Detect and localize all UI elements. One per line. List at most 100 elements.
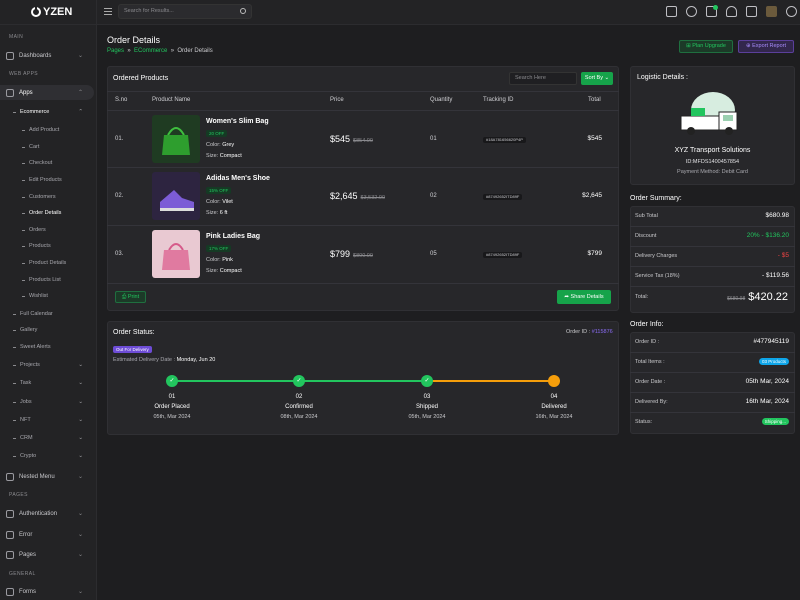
form-icon	[6, 587, 14, 596]
product-name[interactable]: Women's Slim Bag	[206, 118, 269, 125]
product-qty: 01	[430, 136, 437, 142]
product-thumbnail[interactable]	[152, 115, 200, 163]
sidebar-sub-item[interactable]: Products List	[0, 273, 94, 287]
info-row-status: Status: Shipping...	[630, 413, 795, 433]
summary-total: $680.98 $420.22	[727, 291, 788, 303]
step-label: Order Placed	[154, 404, 190, 410]
sidebar-item-forms[interactable]: Forms ⌄	[0, 584, 94, 599]
export-report-button[interactable]: ⊕ Export Report	[738, 40, 794, 53]
product-size: Size: 6 ft	[206, 210, 228, 216]
sidebar-sub-item[interactable]: Jobs ⌄	[0, 395, 94, 409]
sidebar-sub-item[interactable]: Full Calendar	[0, 307, 94, 321]
chevron-down-icon: ⌄	[78, 435, 83, 441]
chevron-down-icon: ⌄	[77, 53, 83, 59]
col-header-sno: S.no	[115, 97, 128, 103]
step-check-icon: ✓	[293, 375, 305, 387]
product-thumbnail[interactable]	[152, 230, 200, 278]
step-number: 04	[550, 394, 558, 400]
sidebar-sub-item[interactable]: Products	[0, 239, 94, 253]
sidebar-sub-item[interactable]: Wishlist	[0, 289, 94, 303]
summary-row-discount: Discount 20% - $136.20	[630, 227, 795, 247]
sidebar-item-dashboards[interactable]: Dashboards ⌄	[0, 48, 94, 63]
row-sno: 01.	[115, 136, 124, 142]
col-header-total: Total	[588, 97, 601, 103]
product-price: $799 $800.00	[330, 249, 373, 259]
discount-badge: 17% OFF	[206, 245, 232, 252]
plan-upgrade-button[interactable]: ⊞ Plan Upgrade	[679, 40, 733, 53]
step-number: 02	[295, 394, 303, 400]
products-card-title: Ordered Products	[113, 75, 169, 82]
row-sno: 03.	[115, 251, 124, 257]
sidebar-sub-item[interactable]: Gallery	[0, 323, 94, 337]
language-icon[interactable]	[666, 6, 677, 17]
logo[interactable]: YZEN	[0, 0, 96, 25]
sidebar-sub-item[interactable]: Task ⌄	[0, 376, 94, 390]
status-badge: Shipping...	[761, 418, 789, 425]
breadcrumb-ecommerce[interactable]: ECommerce	[134, 48, 167, 54]
info-row-delivered: Delivered By: 16th Mar, 2024	[630, 393, 795, 413]
sidebar-sub-item[interactable]: Product Details	[0, 256, 94, 270]
gear-icon[interactable]	[786, 6, 797, 17]
product-color: Color: Grey	[206, 142, 235, 148]
nav-heading-pages: PAGES	[9, 492, 28, 498]
chevron-down-icon: ⌄	[78, 380, 83, 386]
sidebar-sub-item[interactable]: Projects ⌄	[0, 358, 94, 372]
discount-badge: 20 OFF	[206, 130, 228, 137]
sidebar: YZEN MAIN Dashboards ⌄ WEB APPS Apps ⌃ Eco…	[0, 0, 97, 600]
global-search-input[interactable]: Search for Results...	[118, 4, 252, 19]
bell-icon[interactable]	[726, 6, 737, 17]
sidebar-sub-item[interactable]: Add Product	[0, 123, 94, 137]
col-header-price: Price	[330, 97, 344, 103]
sidebar-sub-item[interactable]: CRM ⌄	[0, 431, 94, 445]
product-total: $799	[587, 250, 602, 257]
shoe-icon	[160, 190, 194, 211]
sidebar-item-nested-menu[interactable]: Nested Menu ⌄	[0, 469, 94, 484]
sidebar-sub-item[interactable]: NFT ⌄	[0, 413, 94, 427]
theme-toggle-icon[interactable]	[686, 6, 697, 17]
bag-icon	[162, 127, 190, 155]
order-id-link[interactable]: #115876	[592, 329, 613, 335]
sidebar-item-apps[interactable]: Apps ⌃	[0, 85, 94, 100]
breadcrumb-pages[interactable]: Pages	[107, 48, 124, 54]
sidebar-sub-item[interactable]: Cart	[0, 140, 94, 154]
product-name[interactable]: Adidas Men's Shoe	[206, 175, 270, 182]
product-total: $545	[587, 135, 602, 142]
sidebar-sub-item[interactable]: Checkout	[0, 156, 94, 170]
delivery-status-badge: Out For Delivery	[113, 346, 152, 353]
tracking-id: #87492652ITD89F	[483, 252, 523, 258]
topbar: Search for Results...	[97, 0, 800, 25]
summary-total-label: Total:	[635, 294, 649, 300]
product-name[interactable]: Pink Ladies Bag	[206, 233, 260, 240]
product-search-input[interactable]: Search Here	[509, 72, 577, 85]
info-row-date: Order Date :05th Mar, 2024	[630, 373, 795, 393]
apps-icon[interactable]	[746, 6, 757, 17]
sidebar-sub-item[interactable]: Edit Products	[0, 173, 94, 187]
step-number: 01	[168, 394, 176, 400]
print-button[interactable]: ⎙ Print	[115, 291, 146, 303]
menu-toggle-icon[interactable]	[104, 8, 112, 15]
sidebar-sub-item[interactable]: Customers	[0, 190, 94, 204]
order-status-id: Order ID : #115876	[566, 329, 613, 335]
chevron-down-icon: ⌄	[77, 589, 83, 595]
chevron-down-icon: ⌄	[77, 474, 83, 480]
logistic-id: ID:MFDS1400457854	[685, 159, 740, 165]
product-thumbnail[interactable]	[152, 172, 200, 220]
sort-by-button[interactable]: Sort By ⌄	[581, 72, 613, 85]
sidebar-sub-item[interactable]: Sweet Alerts	[0, 340, 94, 354]
share-details-button[interactable]: ➦ Share Details	[557, 290, 611, 304]
logistic-title: Logistic Details :	[637, 74, 688, 81]
summary-row-delivery: Delivery Charges - $5	[630, 247, 795, 267]
sidebar-item-authentication[interactable]: Authentication ⌄	[0, 506, 94, 521]
delivery-truck-icon	[680, 92, 738, 135]
sidebar-sub-item-order-details[interactable]: Order Details	[0, 206, 94, 220]
sidebar-item-pages[interactable]: Pages ⌄	[0, 547, 94, 562]
sidebar-sub-item[interactable]: Crypto ⌄	[0, 449, 94, 463]
summary-row-subtotal: Sub Total $680.98	[630, 207, 795, 227]
sidebar-sub-item[interactable]: Orders	[0, 223, 94, 237]
step-number: 03	[423, 394, 431, 400]
progress-line-pending	[427, 380, 554, 382]
avatar[interactable]	[766, 6, 777, 17]
breadcrumb-current: Order Details	[177, 48, 213, 54]
sidebar-item-ecommerce[interactable]: Ecommerce ⌃	[0, 105, 94, 119]
sidebar-item-error[interactable]: Error ⌄	[0, 527, 94, 542]
